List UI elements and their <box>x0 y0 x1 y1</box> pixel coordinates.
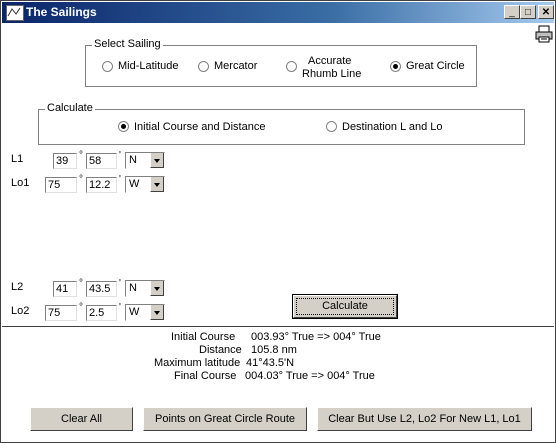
label-mercator: Mercator <box>214 60 258 72</box>
lo2-hemisphere-select[interactable]: W <box>125 304 165 321</box>
l1-degrees-input[interactable]: 39 <box>53 153 77 169</box>
close-button[interactable]: ✕ <box>538 5 554 19</box>
chevron-down-icon[interactable] <box>150 177 164 192</box>
calculate-button-label: Calculate <box>296 298 394 315</box>
label-accurate: Accurate <box>308 55 352 67</box>
calculate-legend: Calculate <box>45 102 95 114</box>
l1-label: L1 <box>11 153 24 165</box>
lo2-hemisphere-value: W <box>129 306 140 318</box>
l1-minutes-input[interactable]: 58 <box>86 153 117 169</box>
calculate-button[interactable]: Calculate <box>292 294 398 319</box>
final-course-label: Final Course <box>174 370 237 382</box>
radio-initial-course[interactable] <box>118 121 129 132</box>
radio-accurate-rhumb-line[interactable] <box>286 61 297 72</box>
lo1-hemisphere-select[interactable]: W <box>125 176 165 193</box>
minute-symbol: ' <box>119 278 121 289</box>
label-great-circle: Great Circle <box>406 60 465 72</box>
points-on-route-button[interactable]: Points on Great Circle Route <box>143 407 307 431</box>
l2-hemisphere-value: N <box>129 282 137 294</box>
divider <box>2 326 554 327</box>
l2-label: L2 <box>11 281 24 293</box>
maximize-button[interactable]: □ <box>520 5 536 19</box>
lo1-hemisphere-value: W <box>129 178 140 190</box>
label-destination: Destination L and Lo <box>342 121 443 133</box>
l2-minutes-input[interactable]: 43.5 <box>86 281 117 297</box>
radio-great-circle[interactable] <box>390 61 401 72</box>
window-title: The Sailings <box>26 5 97 19</box>
lo2-degrees-input[interactable]: 75 <box>45 305 77 321</box>
l2-degrees-input[interactable]: 41 <box>53 281 77 297</box>
max-latitude-value: 41°43.5'N <box>246 357 295 369</box>
chevron-down-icon[interactable] <box>150 305 164 320</box>
minute-symbol: ' <box>119 174 121 185</box>
degree-symbol: ° <box>79 150 83 161</box>
lo1-degrees-input[interactable]: 75 <box>45 177 77 193</box>
radio-mid-latitude[interactable] <box>102 61 113 72</box>
radio-destination[interactable] <box>326 121 337 132</box>
l1-hemisphere-value: N <box>129 154 137 166</box>
title-bar[interactable]: The Sailings _ □ ✕ <box>2 2 554 23</box>
lo1-label: Lo1 <box>11 177 30 189</box>
clear-but-use-button[interactable]: Clear But Use L2, Lo2 For New L1, Lo1 <box>317 407 532 431</box>
minute-symbol: ' <box>119 150 121 161</box>
radio-mercator[interactable] <box>198 61 209 72</box>
label-rhumb-line: Rhumb Line <box>302 68 362 80</box>
distance-label: Distance <box>199 344 242 356</box>
lo2-label: Lo2 <box>11 305 30 317</box>
label-mid-latitude: Mid-Latitude <box>118 60 179 72</box>
printer-icon[interactable] <box>534 24 554 44</box>
lo1-minutes-input[interactable]: 12.2 <box>86 177 117 193</box>
calculate-group: Calculate <box>38 102 525 145</box>
initial-course-value: 003.93° True => 004° True <box>251 331 381 343</box>
label-initial-course: Initial Course and Distance <box>134 121 266 133</box>
minimize-button[interactable]: _ <box>504 5 520 19</box>
minute-symbol: ' <box>119 302 121 313</box>
final-course-value: 004.03° True => 004° True <box>245 370 375 382</box>
degree-symbol: ° <box>79 278 83 289</box>
l2-hemisphere-select[interactable]: N <box>125 280 165 297</box>
initial-course-label: Initial Course <box>171 331 236 343</box>
clear-all-button[interactable]: Clear All <box>30 407 133 431</box>
chevron-down-icon[interactable] <box>150 281 164 296</box>
max-latitude-label: Maximum latitude <box>154 357 241 369</box>
l1-hemisphere-select[interactable]: N <box>125 152 165 169</box>
select-sailing-legend: Select Sailing <box>92 38 163 50</box>
distance-value: 105.8 nm <box>251 344 297 356</box>
sailings-window: The Sailings _ □ ✕ Select Sailing Mid-La… <box>0 0 556 443</box>
degree-symbol: ° <box>79 302 83 313</box>
app-icon <box>6 5 24 21</box>
degree-symbol: ° <box>79 174 83 185</box>
chevron-down-icon[interactable] <box>150 153 164 168</box>
lo2-minutes-input[interactable]: 2.5 <box>86 305 117 321</box>
